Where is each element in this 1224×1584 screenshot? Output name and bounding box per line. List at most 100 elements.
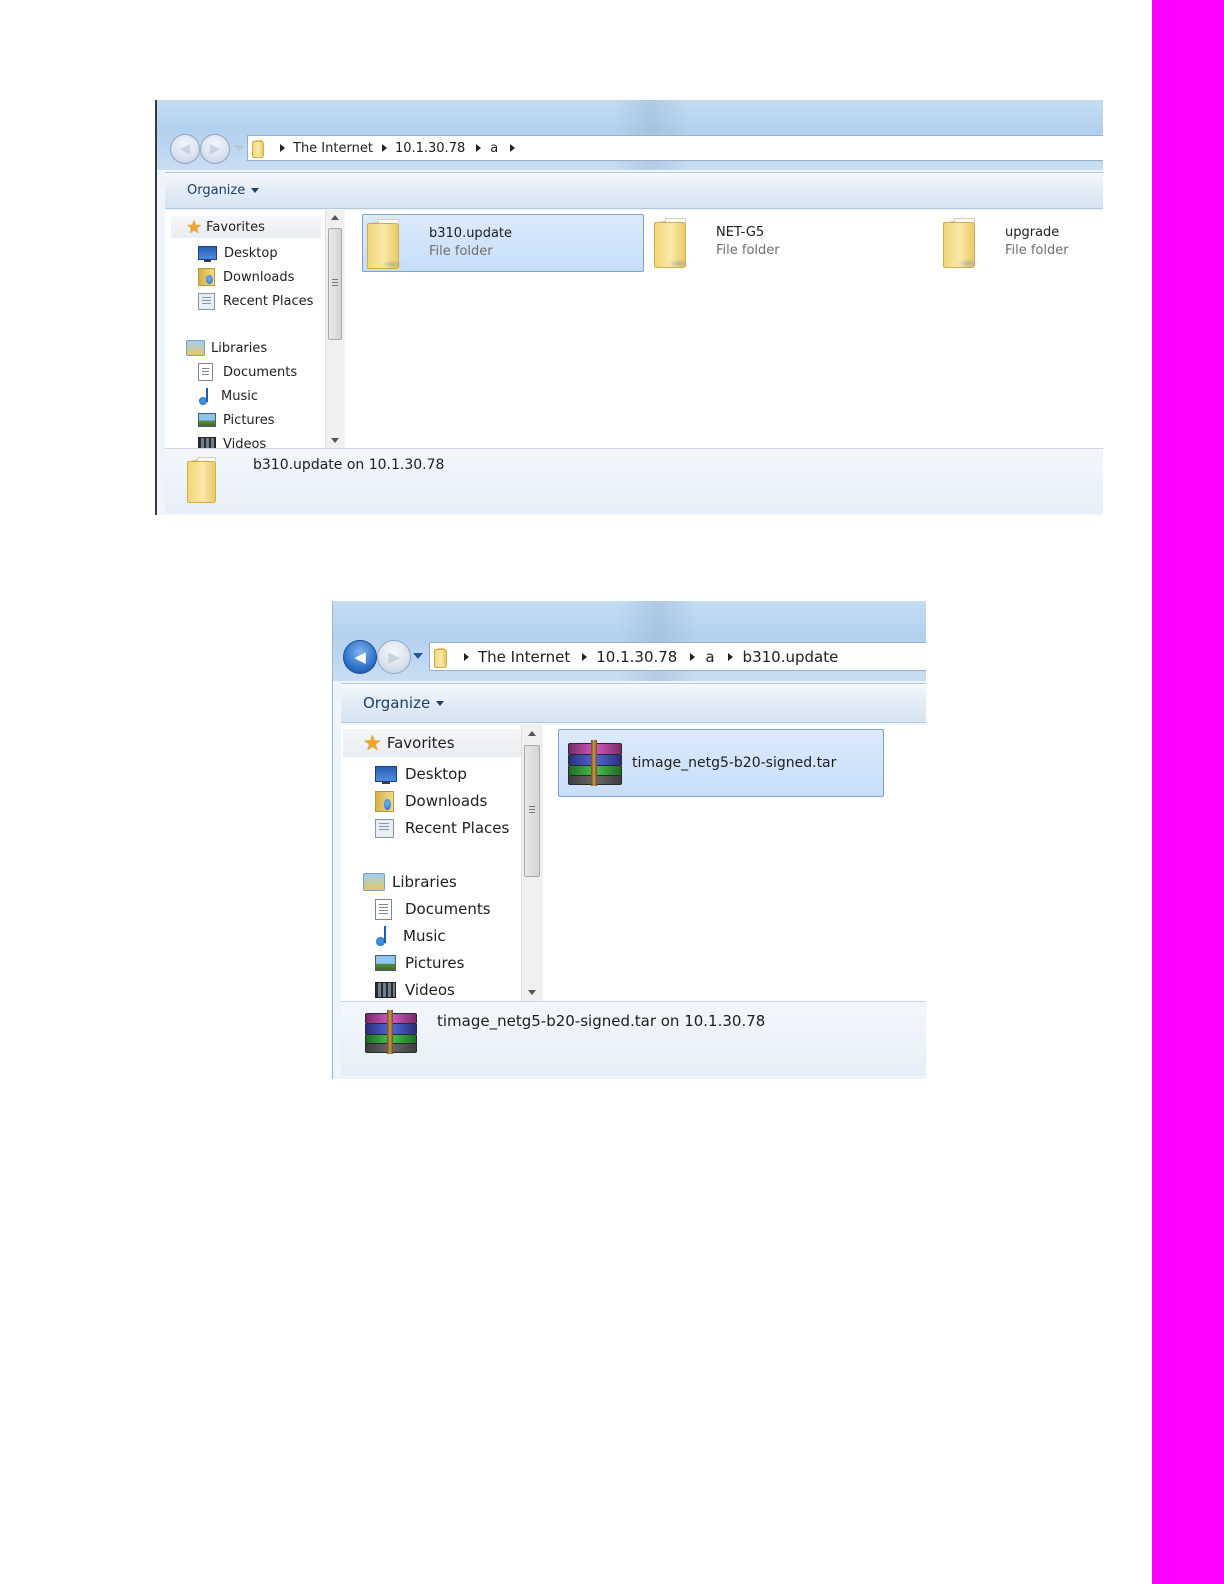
- file-item-upgrade[interactable]: upgrade File folder: [939, 214, 1103, 270]
- nav-pictures[interactable]: Pictures: [198, 409, 274, 431]
- breadcrumb-b310-update[interactable]: b310.update: [743, 648, 839, 666]
- file-item-b310-update[interactable]: b310.update File folder: [362, 214, 644, 272]
- breadcrumb-ip[interactable]: 10.1.30.78: [395, 141, 465, 156]
- file-name: upgrade: [1005, 225, 1060, 240]
- forward-arrow-icon: ▶: [388, 648, 400, 666]
- command-bar: Organize: [341, 683, 926, 723]
- chevron-down-icon: [251, 188, 260, 193]
- libraries-icon: [363, 873, 385, 891]
- file-name: timage_netg5-b20-signed.tar: [632, 755, 837, 771]
- nav-music[interactable]: Music: [375, 923, 446, 949]
- nav-label: Pictures: [405, 954, 465, 972]
- scroll-up-icon[interactable]: [331, 215, 339, 220]
- file-list: timage_netg5-b20-signed.tar: [543, 725, 926, 1001]
- videos-icon: [375, 982, 396, 998]
- forward-button[interactable]: ▶: [377, 640, 411, 674]
- folder-icon: [654, 216, 702, 268]
- explorer-window-1: ◀ ▶ The Internet 10.1.30.78 a Organize ★…: [155, 100, 1103, 515]
- pictures-icon: [375, 955, 396, 971]
- nav-label: Favorites: [206, 219, 265, 235]
- organize-label: Organize: [187, 183, 246, 198]
- forward-arrow-icon: ▶: [209, 141, 221, 157]
- nav-label: Music: [403, 927, 446, 945]
- folder-icon: [434, 647, 451, 668]
- file-item-net-g5[interactable]: NET-G5 File folder: [650, 214, 930, 270]
- nav-label: Downloads: [223, 269, 295, 285]
- nav-libraries[interactable]: Libraries: [186, 337, 267, 359]
- nav-documents[interactable]: Documents: [375, 896, 491, 922]
- nav-favorites[interactable]: ★ Favorites: [343, 729, 521, 757]
- nav-label: Libraries: [392, 873, 457, 891]
- organize-button[interactable]: Organize: [187, 183, 260, 198]
- details-text: timage_netg5-b20-signed.tar on 10.1.30.7…: [437, 1012, 766, 1030]
- nav-recent-places[interactable]: Recent Places: [198, 290, 313, 312]
- chevron-down-icon: [436, 700, 445, 706]
- nav-label: Recent Places: [223, 293, 314, 309]
- nav-label: Documents: [405, 900, 491, 918]
- downloads-icon: [198, 268, 215, 286]
- desktop-icon: [375, 766, 397, 784]
- back-button[interactable]: ◀: [170, 134, 200, 164]
- nav-desktop[interactable]: Desktop: [375, 761, 467, 787]
- nav-desktop[interactable]: Desktop: [198, 242, 278, 264]
- details-text: b310.update on 10.1.30.78: [253, 457, 445, 473]
- nav-label: Recent Places: [405, 819, 510, 837]
- nav-downloads[interactable]: Downloads: [375, 788, 487, 814]
- nav-label: Music: [221, 388, 258, 404]
- scrollbar-thumb[interactable]: [328, 228, 342, 340]
- back-button[interactable]: ◀: [343, 640, 377, 674]
- breadcrumb-a[interactable]: a: [705, 648, 714, 666]
- nav-documents[interactable]: Documents: [198, 361, 297, 383]
- nav-label: Favorites: [386, 734, 455, 752]
- nav-videos[interactable]: Videos: [198, 433, 266, 448]
- navigation-pane: ★ Favorites Desktop Downloads Recent Pla…: [165, 210, 326, 448]
- folder-icon: [943, 216, 991, 268]
- folder-icon: [187, 455, 231, 504]
- file-type: File folder: [429, 244, 493, 259]
- nav-pictures[interactable]: Pictures: [375, 950, 464, 976]
- scroll-down-icon[interactable]: [528, 990, 536, 995]
- recent-places-icon: [198, 292, 215, 310]
- scrollbar-thumb[interactable]: [524, 745, 540, 877]
- scroll-down-icon[interactable]: [331, 438, 339, 443]
- nav-label: Documents: [223, 364, 298, 380]
- nav-videos[interactable]: Videos: [375, 977, 455, 1001]
- videos-icon: [198, 437, 216, 448]
- folder-icon: [367, 217, 415, 269]
- recent-places-icon: [375, 818, 394, 838]
- nav-label: Desktop: [405, 765, 467, 783]
- navigation-scrollbar[interactable]: [325, 210, 344, 448]
- breadcrumb-a[interactable]: a: [490, 141, 498, 156]
- recent-pages-dropdown[interactable]: [234, 145, 244, 151]
- documents-icon: [198, 363, 213, 381]
- file-type: File folder: [716, 243, 780, 258]
- command-bar: Organize: [165, 172, 1103, 209]
- recent-pages-dropdown[interactable]: [413, 653, 423, 659]
- address-bar[interactable]: The Internet 10.1.30.78 a: [247, 135, 1103, 161]
- breadcrumb-the-internet[interactable]: The Internet: [478, 648, 570, 666]
- organize-button[interactable]: Organize: [363, 694, 445, 712]
- breadcrumb-ip[interactable]: 10.1.30.78: [596, 648, 677, 666]
- nav-libraries[interactable]: Libraries: [363, 869, 457, 895]
- file-item-timage-tar[interactable]: timage_netg5-b20-signed.tar: [558, 729, 884, 797]
- back-arrow-icon: ◀: [179, 141, 191, 157]
- nav-favorites[interactable]: ★ Favorites: [171, 216, 321, 238]
- file-type: File folder: [1005, 243, 1069, 258]
- file-list: b310.update File folder NET-G5 File fold…: [345, 210, 1103, 448]
- navigation-pane: ★ Favorites Desktop Downloads Recent Pla…: [341, 725, 522, 1001]
- desktop-icon: [198, 246, 217, 262]
- explorer-window-2: ◀ ▶ The Internet 10.1.30.78 a b310.updat…: [332, 601, 926, 1079]
- star-icon: ★: [186, 216, 203, 238]
- nav-label: Videos: [405, 981, 455, 999]
- address-bar[interactable]: The Internet 10.1.30.78 a b310.update: [429, 642, 926, 671]
- scroll-up-icon[interactable]: [528, 731, 536, 736]
- breadcrumb-the-internet[interactable]: The Internet: [293, 141, 373, 156]
- nav-music[interactable]: Music: [198, 385, 258, 407]
- nav-label: Pictures: [223, 412, 275, 428]
- nav-recent-places[interactable]: Recent Places: [375, 815, 509, 841]
- magenta-page-edge: [1152, 0, 1224, 1584]
- navigation-scrollbar[interactable]: [521, 725, 542, 1001]
- pictures-icon: [198, 413, 216, 427]
- forward-button[interactable]: ▶: [200, 134, 230, 164]
- nav-downloads[interactable]: Downloads: [198, 266, 294, 288]
